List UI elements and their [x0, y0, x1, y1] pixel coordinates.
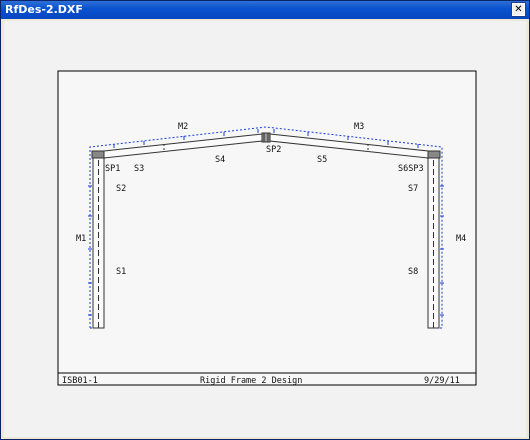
- right-column: [426, 150, 441, 329]
- close-icon: ✕: [514, 4, 523, 15]
- left-column: [91, 150, 106, 329]
- segment-label-s3: S3: [134, 164, 144, 174]
- drawing-canvas: M2 M3 M1 M4 SP1 S3 S4 SP2 S5 S6SP3 S2 S7…: [4, 21, 526, 437]
- member-label-m2: M2: [178, 122, 188, 132]
- drawing-title: Rigid Frame 2 Design: [200, 376, 302, 386]
- segment-label-s5: S5: [317, 155, 327, 165]
- splice-label-sp1: SP1: [105, 164, 120, 174]
- drawing-date: 9/29/11: [424, 376, 460, 386]
- member-label-m3: M3: [354, 122, 364, 132]
- drawing-number: ISB01-1: [62, 376, 98, 386]
- close-button[interactable]: ✕: [511, 2, 526, 17]
- sheet-border: [57, 70, 477, 386]
- segment-label-s6sp3: S6SP3: [398, 164, 424, 174]
- segment-label-s2: S2: [116, 184, 126, 194]
- splice-label-sp2: SP2: [266, 145, 281, 155]
- title-bar[interactable]: RfDes-2.DXF ✕: [1, 1, 529, 19]
- member-label-m1: M1: [76, 234, 86, 244]
- segment-label-s4: S4: [215, 155, 225, 165]
- segment-label-s8: S8: [408, 267, 418, 277]
- dxf-viewer-window: RfDes-2.DXF ✕ M2 M3 M1 M4 SP1 S3 S4 SP2 …: [0, 0, 530, 440]
- window-title: RfDes-2.DXF: [5, 3, 83, 16]
- segment-label-s7: S7: [408, 184, 418, 194]
- member-label-m4: M4: [456, 234, 466, 244]
- frame-drawing: M2 M3 M1 M4 SP1 S3 S4 SP2 S5 S6SP3 S2 S7…: [57, 70, 477, 386]
- segment-label-s1: S1: [116, 267, 126, 277]
